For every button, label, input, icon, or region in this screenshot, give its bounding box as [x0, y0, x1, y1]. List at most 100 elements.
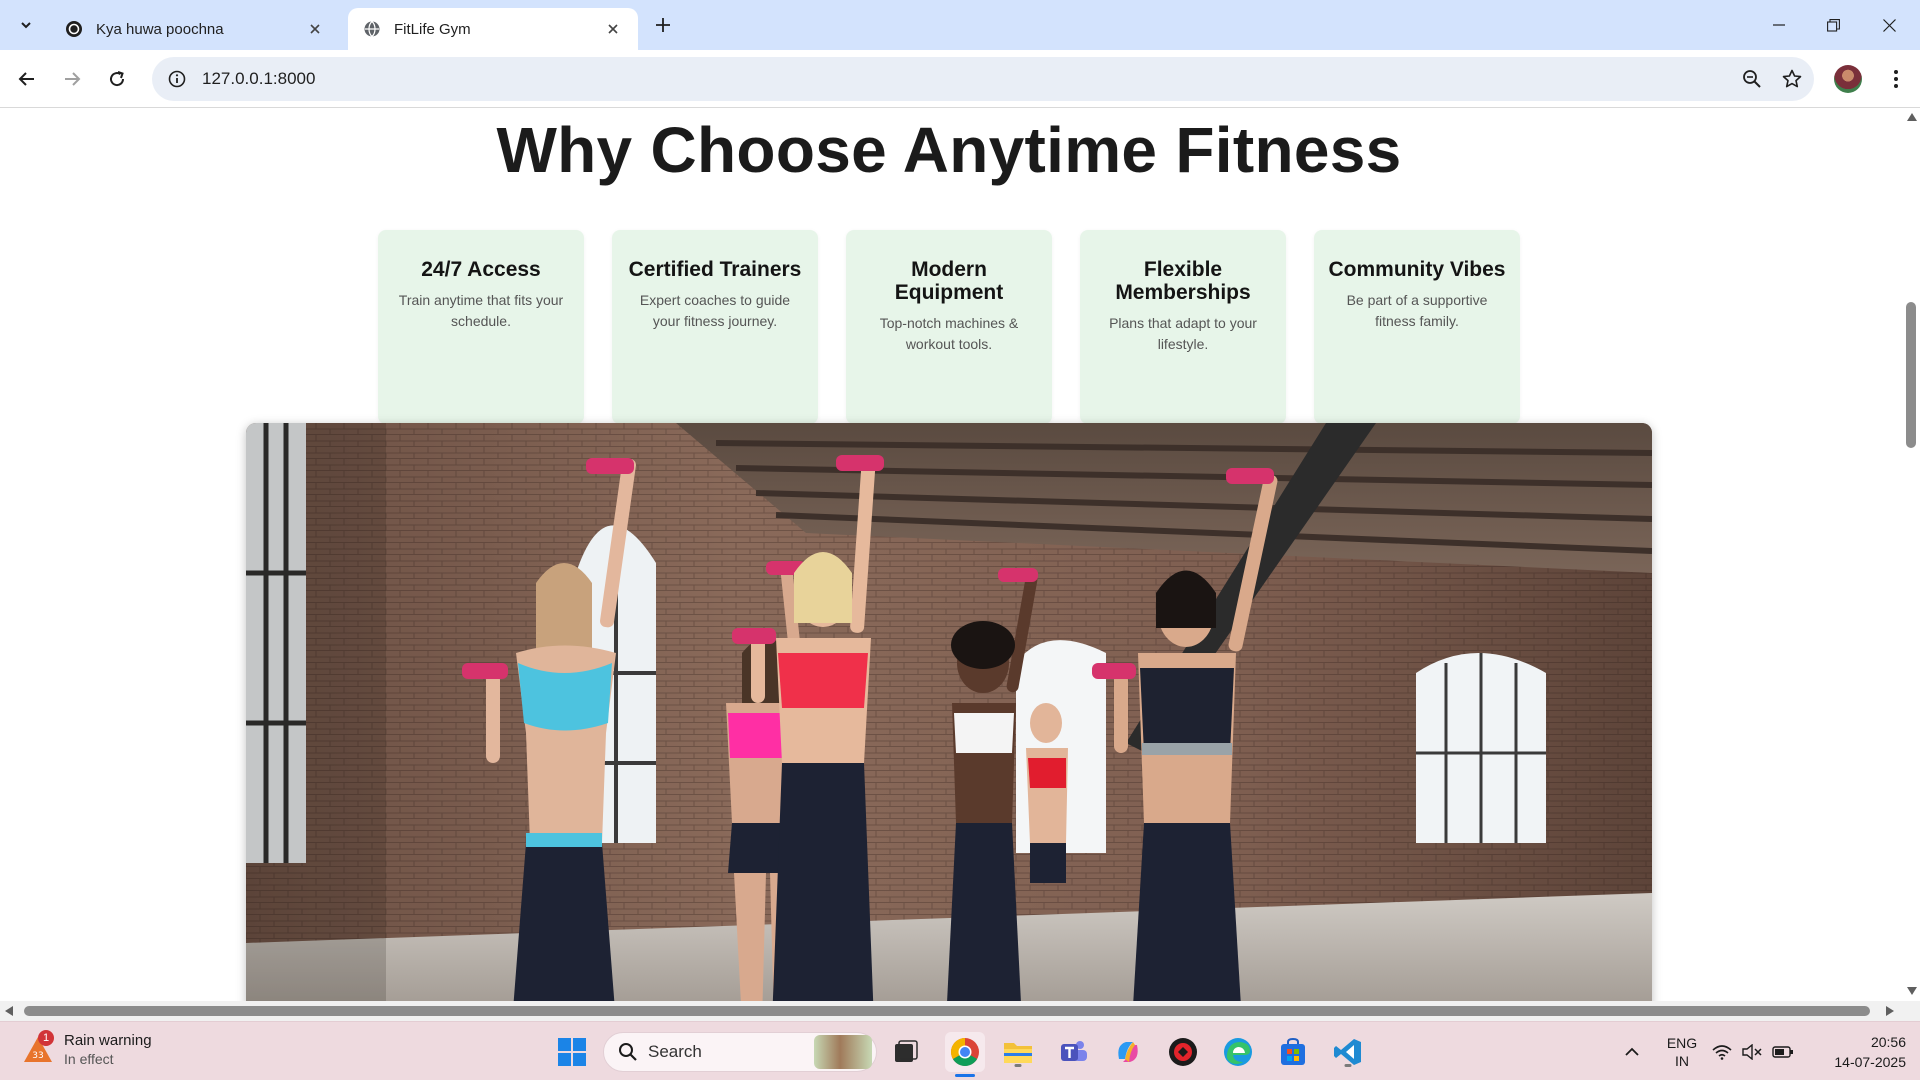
taskbar-search[interactable]: Search [603, 1032, 877, 1072]
globe-icon [362, 19, 382, 39]
svg-text:33: 33 [32, 1051, 43, 1061]
tab-kya-huwa-poochna[interactable]: Kya huwa poochna [50, 8, 340, 50]
forward-button[interactable] [55, 62, 89, 96]
window-close-button[interactable] [1866, 10, 1912, 40]
show-hidden-icons-button[interactable] [1614, 1034, 1650, 1070]
feature-title: Community Vibes [1328, 258, 1506, 281]
battery-icon [1772, 1045, 1793, 1058]
site-info-icon[interactable] [158, 60, 196, 98]
feature-description: Expert coaches to guide your fitness jou… [639, 292, 791, 329]
profile-avatar[interactable] [1834, 65, 1862, 93]
wifi-icon [1712, 1044, 1732, 1060]
feature-card-community: Community Vibes Be part of a supportive … [1314, 230, 1520, 424]
chevron-down-icon [21, 22, 31, 29]
task-view-button[interactable] [888, 1034, 924, 1070]
folder-icon [1004, 1043, 1032, 1063]
tab-title: Kya huwa poochna [96, 20, 224, 38]
chrome-icon [951, 1038, 979, 1066]
new-tab-button[interactable] [650, 12, 676, 38]
search-highlight-image [814, 1035, 872, 1069]
tab-strip: Kya huwa poochna FitLife Gym [0, 0, 1920, 50]
weather-badge: 1 [38, 1030, 54, 1046]
address-bar[interactable]: 127.0.0.1:8000 [152, 57, 1814, 101]
taskbar-app-red[interactable] [1165, 1034, 1201, 1070]
more-menu-button[interactable] [1880, 62, 1912, 96]
language-indicator[interactable]: ENG IN [1660, 1022, 1704, 1081]
feature-title: Modern Equipment [894, 258, 1004, 304]
clock-date: 14-07-2025 [1834, 1053, 1906, 1070]
plus-icon [656, 18, 670, 32]
task-view-icon [895, 1040, 918, 1062]
volume-muted-icon [1742, 1043, 1762, 1060]
teams-icon [1061, 1041, 1087, 1061]
reload-button[interactable] [100, 62, 134, 96]
reload-icon [110, 71, 125, 87]
chatgpt-icon [64, 19, 84, 39]
taskbar-teams[interactable] [1055, 1034, 1091, 1070]
page-title: Why Choose Anytime Fitness [496, 114, 1402, 186]
weather-warning-icon: 33 1 [22, 1030, 54, 1066]
feature-description: Plans that adapt to your lifestyle. [1109, 315, 1257, 352]
feature-title: Flexible Memberships [1115, 258, 1251, 304]
tab-title: FitLife Gym [394, 20, 471, 38]
url-text[interactable]: 127.0.0.1:8000 [202, 69, 1734, 89]
close-icon [1882, 18, 1896, 32]
taskbar-vscode[interactable] [1330, 1034, 1366, 1070]
scroll-down-arrow-icon[interactable] [1907, 987, 1917, 995]
search-placeholder: Search [648, 1042, 702, 1061]
taskbar-edge[interactable] [1220, 1034, 1256, 1070]
feature-card-equipment: Modern Equipment Top-notch machines & wo… [846, 230, 1052, 424]
minimize-button[interactable] [1756, 10, 1802, 40]
windows-logo-icon [558, 1038, 586, 1066]
bookmark-star-icon[interactable] [1774, 61, 1810, 97]
horizontal-scroll-thumb[interactable] [24, 1006, 1870, 1016]
taskbar-chrome[interactable] [945, 1032, 985, 1077]
feature-description: Top-notch machines & workout tools. [879, 315, 1019, 352]
taskbar-copilot[interactable] [1110, 1034, 1146, 1070]
restore-button[interactable] [1810, 10, 1856, 40]
minimize-icon [1773, 24, 1785, 26]
feature-card-memberships: Flexible Memberships Plans that adapt to… [1080, 230, 1286, 424]
tab-search-button[interactable] [10, 10, 42, 40]
clock[interactable]: 20:56 14-07-2025 [1808, 1022, 1906, 1081]
scroll-left-arrow-icon[interactable] [5, 1006, 13, 1016]
page-viewport: Why Choose Anytime Fitness 24/7 Access T… [0, 109, 1904, 1001]
feature-description: Train anytime that fits your schedule. [398, 292, 564, 329]
vertical-scroll-thumb[interactable] [1906, 302, 1916, 448]
tab-fitlife-gym[interactable]: FitLife Gym [348, 8, 638, 50]
scroll-up-arrow-icon[interactable] [1907, 113, 1917, 121]
kebab-menu-icon [1894, 70, 1898, 88]
start-button[interactable] [554, 1034, 590, 1070]
quick-settings[interactable] [1712, 1022, 1794, 1081]
zoom-icon[interactable] [1734, 61, 1770, 97]
vscode-icon [1334, 1039, 1361, 1065]
language-region: IN [1675, 1052, 1689, 1069]
close-icon[interactable] [602, 18, 624, 40]
weather-title: Rain warning [64, 1032, 152, 1049]
arrow-right-icon [65, 72, 81, 86]
back-button[interactable] [10, 62, 44, 96]
search-icon [619, 1043, 637, 1061]
scroll-right-arrow-icon[interactable] [1886, 1006, 1894, 1016]
edge-icon [1224, 1038, 1252, 1066]
taskbar-store[interactable] [1275, 1034, 1311, 1070]
arrow-left-icon [18, 72, 34, 86]
close-icon[interactable] [304, 18, 326, 40]
language-code: ENG [1666, 1034, 1698, 1051]
feature-card-trainers: Certified Trainers Expert coaches to gui… [612, 230, 818, 424]
clock-time: 20:56 [1870, 1033, 1906, 1050]
weather-subtitle: In effect [64, 1051, 114, 1067]
weather-widget[interactable]: 33 1 Rain warning In effect [22, 1030, 152, 1069]
chevron-up-icon [1625, 1047, 1639, 1056]
feature-title: 24/7 Access [421, 258, 541, 281]
vertical-scrollbar[interactable] [1904, 109, 1920, 1001]
browser-toolbar: 127.0.0.1:8000 [0, 50, 1920, 108]
feature-description: Be part of a supportive fitness family. [1346, 292, 1488, 329]
taskbar-file-explorer[interactable] [1000, 1034, 1036, 1070]
store-icon [1281, 1037, 1305, 1065]
copilot-icon [1118, 1042, 1138, 1062]
feature-card-access: 24/7 Access Train anytime that fits your… [378, 230, 584, 424]
taskbar: 33 1 Rain warning In effect Search ENG I… [0, 1021, 1920, 1080]
restore-icon [1826, 18, 1840, 32]
feature-title: Certified Trainers [628, 258, 802, 281]
